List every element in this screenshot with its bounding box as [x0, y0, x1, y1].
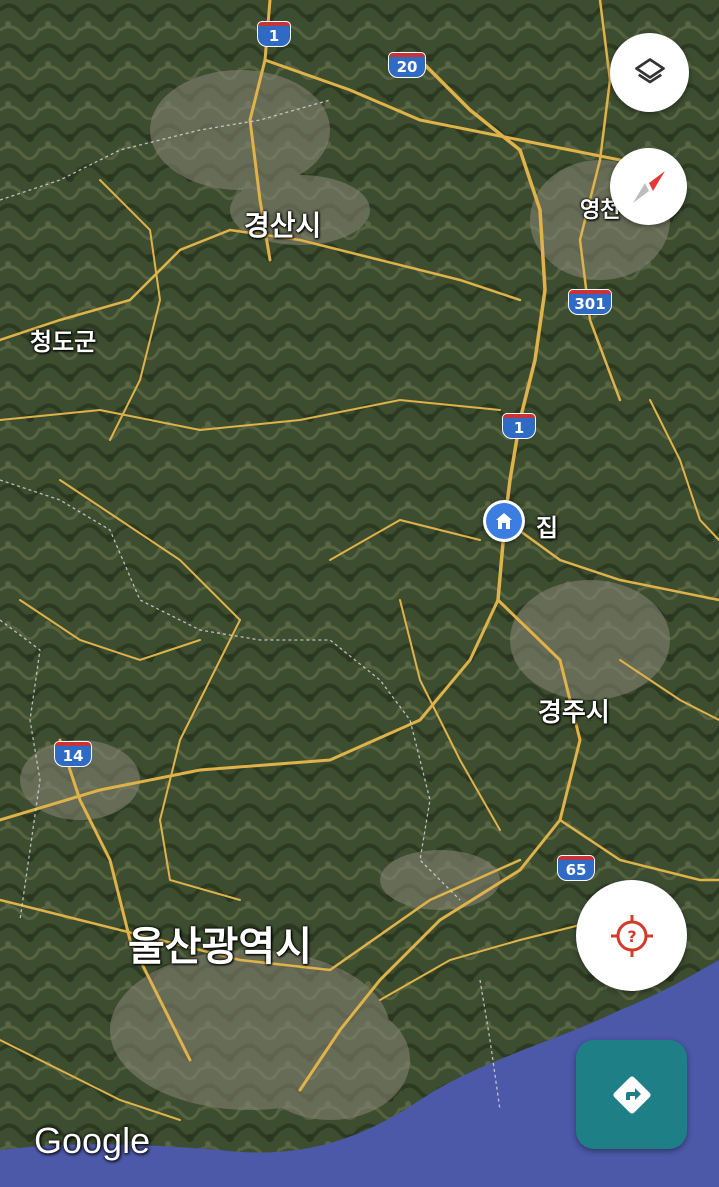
- route-shield-1-mid: 1: [503, 414, 535, 438]
- my-location-button[interactable]: ?: [576, 880, 687, 991]
- location-unknown-icon: ?: [610, 914, 653, 957]
- home-label[interactable]: 집: [536, 508, 558, 543]
- place-label-gyeongju: 경주시: [538, 698, 610, 728]
- route-shield-1-top: 1: [258, 22, 290, 46]
- layers-icon: [634, 57, 665, 83]
- compass-icon: [632, 170, 665, 203]
- route-shield-65: 65: [558, 856, 594, 880]
- place-label-cheongdo: 청도군: [30, 328, 97, 356]
- route-shield-301: 301: [569, 290, 611, 314]
- route-shield-14: 14: [55, 742, 91, 766]
- home-icon: [486, 503, 522, 539]
- home-pin[interactable]: [483, 500, 525, 542]
- place-label-gyeongsan: 경산시: [244, 209, 322, 242]
- directions-button[interactable]: [576, 1040, 687, 1149]
- layers-button[interactable]: [610, 33, 689, 112]
- place-label-ulsan: 울산광역시: [128, 924, 312, 970]
- svg-text:?: ?: [627, 927, 636, 946]
- google-attribution: Google: [34, 1120, 151, 1161]
- directions-icon: [612, 1075, 651, 1114]
- route-shield-20: 20: [389, 53, 425, 77]
- compass-button[interactable]: [610, 148, 687, 225]
